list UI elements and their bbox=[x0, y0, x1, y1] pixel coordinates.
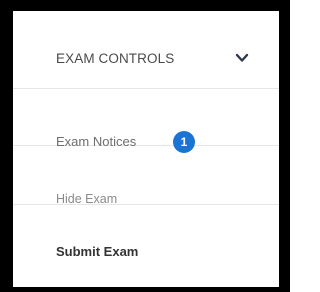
submit-exam-label: Submit Exam bbox=[56, 244, 139, 259]
frame-edge-top bbox=[0, 0, 290, 11]
menu-item-submit-exam[interactable]: Submit Exam bbox=[13, 205, 279, 275]
menu-item-hide-exam[interactable]: Hide Exam bbox=[13, 146, 279, 205]
exam-controls-title: EXAM CONTROLS bbox=[56, 51, 175, 66]
menu-item-exam-notices[interactable]: Exam Notices 1 bbox=[13, 89, 279, 153]
chevron-down-icon[interactable] bbox=[235, 51, 249, 65]
hide-exam-label: Hide Exam bbox=[56, 192, 118, 206]
exam-controls-toggle[interactable]: EXAM CONTROLS bbox=[13, 11, 279, 89]
frame-edge-left bbox=[0, 0, 13, 292]
frame-edge-right bbox=[279, 0, 290, 292]
exam-controls-menu: EXAM CONTROLS Exam Notices 1 Hide Exam S… bbox=[13, 11, 279, 287]
frame-edge-bottom bbox=[0, 287, 290, 292]
screenshot-frame: EXAM CONTROLS Exam Notices 1 Hide Exam S… bbox=[0, 0, 290, 292]
